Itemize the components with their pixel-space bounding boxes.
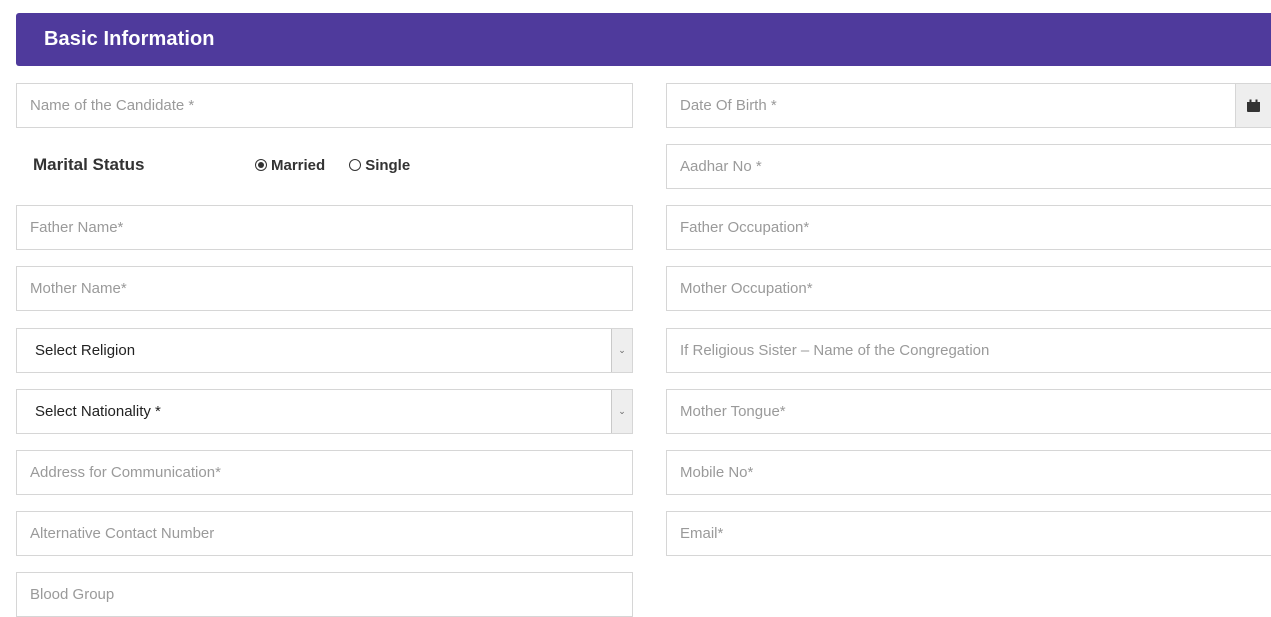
nationality-select[interactable]: Select Nationality * ⌄	[16, 389, 633, 434]
aadhar-input[interactable]	[680, 158, 1271, 175]
marital-status-row: Marital Status Married Single	[33, 148, 633, 182]
email-input[interactable]	[680, 525, 1271, 542]
chevron-down-icon[interactable]: ⌄	[611, 329, 632, 372]
aadhar-field[interactable]	[666, 144, 1271, 189]
mother-name-field[interactable]	[16, 266, 633, 311]
mother-tongue-field[interactable]	[666, 389, 1271, 434]
marital-status-label: Marital Status	[33, 155, 145, 174]
radio-selected-dot	[258, 162, 264, 168]
mobile-input[interactable]	[680, 464, 1271, 481]
mother-name-input[interactable]	[30, 280, 632, 297]
mother-occupation-field[interactable]	[666, 266, 1271, 311]
section-header: Basic Information	[16, 13, 1271, 66]
section-title: Basic Information	[44, 28, 215, 50]
father-name-input[interactable]	[30, 219, 632, 236]
radio-married-label: Married	[271, 156, 326, 174]
father-occupation-field[interactable]	[666, 205, 1271, 250]
religion-select[interactable]: Select Religion ⌄	[16, 328, 633, 373]
candidate-name-field[interactable]	[16, 83, 633, 128]
congregation-input[interactable]	[680, 342, 1271, 359]
address-input[interactable]	[30, 464, 632, 481]
calendar-icon	[1247, 99, 1260, 112]
radio-single-circle[interactable]	[349, 159, 362, 171]
chevron-down-icon[interactable]: ⌄	[611, 390, 632, 433]
radio-single-label: Single	[365, 156, 411, 174]
mother-tongue-input[interactable]	[680, 403, 1271, 420]
address-field[interactable]	[16, 450, 633, 495]
nationality-select-value: Select Nationality *	[35, 403, 161, 420]
radio-married[interactable]: Married	[255, 157, 325, 174]
blood-group-field[interactable]	[16, 572, 633, 617]
radio-married-circle[interactable]	[255, 159, 267, 171]
dob-input[interactable]	[680, 97, 1271, 114]
father-name-field[interactable]	[16, 205, 633, 250]
dob-field[interactable]	[666, 83, 1271, 128]
religion-select-value: Select Religion	[35, 342, 136, 359]
alt-contact-field[interactable]	[16, 511, 633, 556]
radio-single[interactable]: Single	[349, 157, 410, 174]
email-field[interactable]	[666, 511, 1271, 556]
mother-occupation-input[interactable]	[680, 280, 1271, 297]
mobile-field[interactable]	[666, 450, 1271, 495]
father-occupation-input[interactable]	[680, 219, 1271, 236]
blood-group-input[interactable]	[30, 586, 632, 603]
alt-contact-input[interactable]	[30, 525, 632, 542]
congregation-field[interactable]	[666, 328, 1271, 373]
calendar-button[interactable]	[1235, 84, 1271, 127]
candidate-name-input[interactable]	[30, 97, 632, 114]
